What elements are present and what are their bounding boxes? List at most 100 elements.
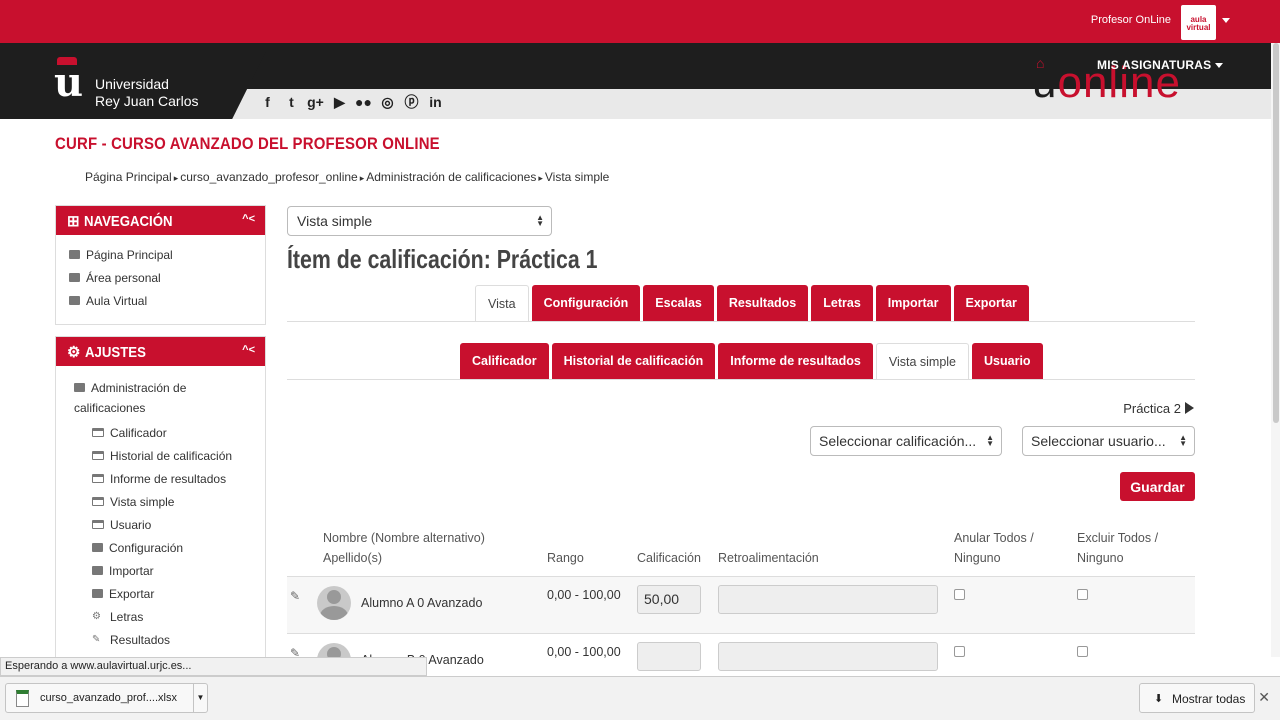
facebook-icon[interactable]: f: [258, 93, 277, 111]
pinterest-icon[interactable]: ⓟ: [402, 93, 421, 111]
tab-resultados[interactable]: Resultados: [716, 285, 809, 321]
download-menu-caret-icon[interactable]: ▼: [193, 684, 207, 712]
header-feedback: Retroalimentación: [718, 551, 819, 565]
show-all-downloads-button[interactable]: ⬇ Mostrar todas: [1139, 683, 1255, 713]
sitemap-icon: ⊞: [67, 213, 84, 230]
breadcrumb-item[interactable]: curso_avanzado_profesor_online: [180, 170, 357, 184]
exclude-checkbox[interactable]: [1077, 646, 1088, 657]
avatar-text: aula virtual: [1186, 15, 1211, 32]
table-icon: [92, 474, 104, 483]
breadcrumb-separator-icon: ▸: [173, 173, 179, 183]
subtab-divider: [287, 379, 1195, 380]
tab-divider: [287, 321, 1195, 322]
flickr-icon[interactable]: ●●: [354, 93, 373, 111]
settings-item-importar[interactable]: Importar: [92, 559, 265, 582]
grade-input[interactable]: 50,00: [637, 585, 701, 614]
page-scrollbar[interactable]: [1271, 43, 1280, 657]
collapse-dock-icon[interactable]: ^<: [242, 344, 255, 356]
browser-status-text: Esperando a www.aulavirtual.urjc.es...: [0, 657, 427, 676]
avatar[interactable]: [317, 586, 351, 620]
subtab-informe[interactable]: Informe de resultados: [718, 343, 873, 379]
tab-escalas[interactable]: Escalas: [643, 285, 714, 321]
settings-item-resultados[interactable]: ✎ Resultados: [92, 628, 265, 651]
feedback-input[interactable]: [718, 585, 938, 614]
nav-item-area-personal[interactable]: Área personal: [69, 266, 265, 289]
view-select[interactable]: Vista simple ▲ ▼: [287, 206, 552, 236]
select-grade-item[interactable]: Seleccionar calificación... ▲ ▼: [810, 426, 1002, 456]
course-title[interactable]: CURF - CURSO AVANZADO DEL PROFESOR ONLIN…: [55, 134, 440, 154]
twitter-icon[interactable]: t: [282, 93, 301, 111]
settings-item-configuracion[interactable]: Configuración: [92, 536, 265, 559]
tab-vista[interactable]: Vista: [475, 285, 529, 321]
select-arrows-icon: ▲ ▼: [986, 433, 994, 448]
override-checkbox[interactable]: [954, 646, 965, 657]
tab-letras[interactable]: Letras: [811, 285, 873, 321]
download-arrow-icon: ⬇: [1154, 693, 1164, 705]
settings-block-header: ⚙ AJUSTES ^<: [56, 337, 265, 366]
home-icon: ⌂: [1036, 55, 1045, 71]
user-name[interactable]: Profesor OnLine: [1091, 14, 1171, 26]
google-plus-icon[interactable]: g+: [306, 93, 325, 111]
exclude-checkbox[interactable]: [1077, 589, 1088, 600]
collapse-dock-icon[interactable]: ^<: [242, 213, 255, 225]
next-item-link[interactable]: Práctica 2: [1123, 401, 1194, 416]
tab-exportar[interactable]: Exportar: [953, 285, 1029, 321]
nav-item-aula-virtual[interactable]: Aula Virtual: [69, 289, 265, 312]
select-arrows-icon: ▲ ▼: [536, 213, 544, 228]
university-name[interactable]: Universidad Rey Juan Carlos: [95, 76, 199, 110]
subtab-vista-simple[interactable]: Vista simple: [875, 343, 970, 379]
row-divider: [287, 633, 1195, 634]
settings-item-letras[interactable]: ⚙ Letras: [92, 605, 265, 628]
excel-file-icon: [16, 690, 29, 707]
breadcrumb-item-current: Vista simple: [544, 170, 610, 184]
folder-icon: [69, 296, 80, 305]
subtab-usuario[interactable]: Usuario: [972, 343, 1043, 379]
user-menu-caret-icon[interactable]: [1222, 18, 1230, 23]
settings-item-calificador[interactable]: Calificador: [92, 421, 265, 444]
breadcrumb-item[interactable]: Administración de calificaciones: [366, 170, 536, 184]
table-icon: [92, 520, 104, 529]
feedback-input[interactable]: [718, 642, 938, 671]
user-avatar[interactable]: aula virtual: [1181, 5, 1216, 40]
page-title: Ítem de calificación: Práctica 1: [287, 244, 598, 274]
settings-item-usuario[interactable]: Usuario: [92, 513, 265, 536]
gears-icon: ⚙: [92, 610, 101, 622]
sub-tabs: Calificador Historial de calificación In…: [460, 343, 1043, 379]
override-checkbox[interactable]: [954, 589, 965, 600]
student-name[interactable]: Alumno A 0 Avanzado: [361, 596, 482, 610]
settings-item-informe[interactable]: Informe de resultados: [92, 467, 265, 490]
download-item[interactable]: curso_avanzado_prof....xlsx ▼: [5, 683, 208, 713]
urjc-logo-icon[interactable]: u: [54, 63, 83, 105]
nav-item-pagina-principal[interactable]: Página Principal: [69, 243, 265, 266]
grade-input[interactable]: [637, 642, 701, 671]
subtab-historial[interactable]: Historial de calificación: [551, 343, 716, 379]
youtube-icon[interactable]: ▶: [330, 93, 349, 111]
chevron-down-icon: [1215, 63, 1224, 69]
folder-open-icon: [74, 383, 85, 392]
settings-item-historial[interactable]: Historial de calificación: [92, 444, 265, 467]
tab-configuracion[interactable]: Configuración: [531, 285, 641, 321]
close-icon[interactable]: ✕: [1258, 689, 1270, 706]
subtab-calificador[interactable]: Calificador: [460, 343, 549, 379]
mis-asignaturas-menu[interactable]: MIS ASIGNATURAS: [1097, 58, 1224, 72]
save-button[interactable]: Guardar: [1120, 472, 1195, 501]
linkedin-icon[interactable]: in: [426, 93, 445, 111]
grade-range: 0,00 - 100,00: [547, 588, 621, 602]
select-user[interactable]: Seleccionar usuario... ▲ ▼: [1022, 426, 1195, 456]
edit-pencil-icon[interactable]: ✎: [290, 589, 300, 603]
tab-importar[interactable]: Importar: [875, 285, 951, 321]
settings-parent-node[interactable]: Administración de calificaciones: [56, 366, 265, 418]
header-exclude[interactable]: Excluir Todos / Ninguno: [1077, 528, 1158, 568]
breadcrumb-separator-icon: ▸: [359, 173, 365, 183]
breadcrumb-item[interactable]: Página Principal: [85, 170, 172, 184]
header-name[interactable]: Nombre (Nombre alternativo) Apellido(s): [323, 528, 485, 568]
gears-icon: ⚙: [67, 344, 85, 361]
settings-item-exportar[interactable]: Exportar: [92, 582, 265, 605]
instagram-icon[interactable]: ◎: [378, 93, 397, 111]
scrollbar-thumb[interactable]: [1273, 43, 1279, 423]
social-links: f t g+ ▶ ●● ◎ ⓟ in: [258, 93, 445, 111]
site-header: u Universidad Rey Juan Carlos f t g+ ▶ ●…: [0, 43, 1280, 119]
header-range: Rango: [547, 551, 584, 565]
settings-item-vista-simple[interactable]: Vista simple: [92, 490, 265, 513]
header-override[interactable]: Anular Todos / Ninguno: [954, 528, 1034, 568]
